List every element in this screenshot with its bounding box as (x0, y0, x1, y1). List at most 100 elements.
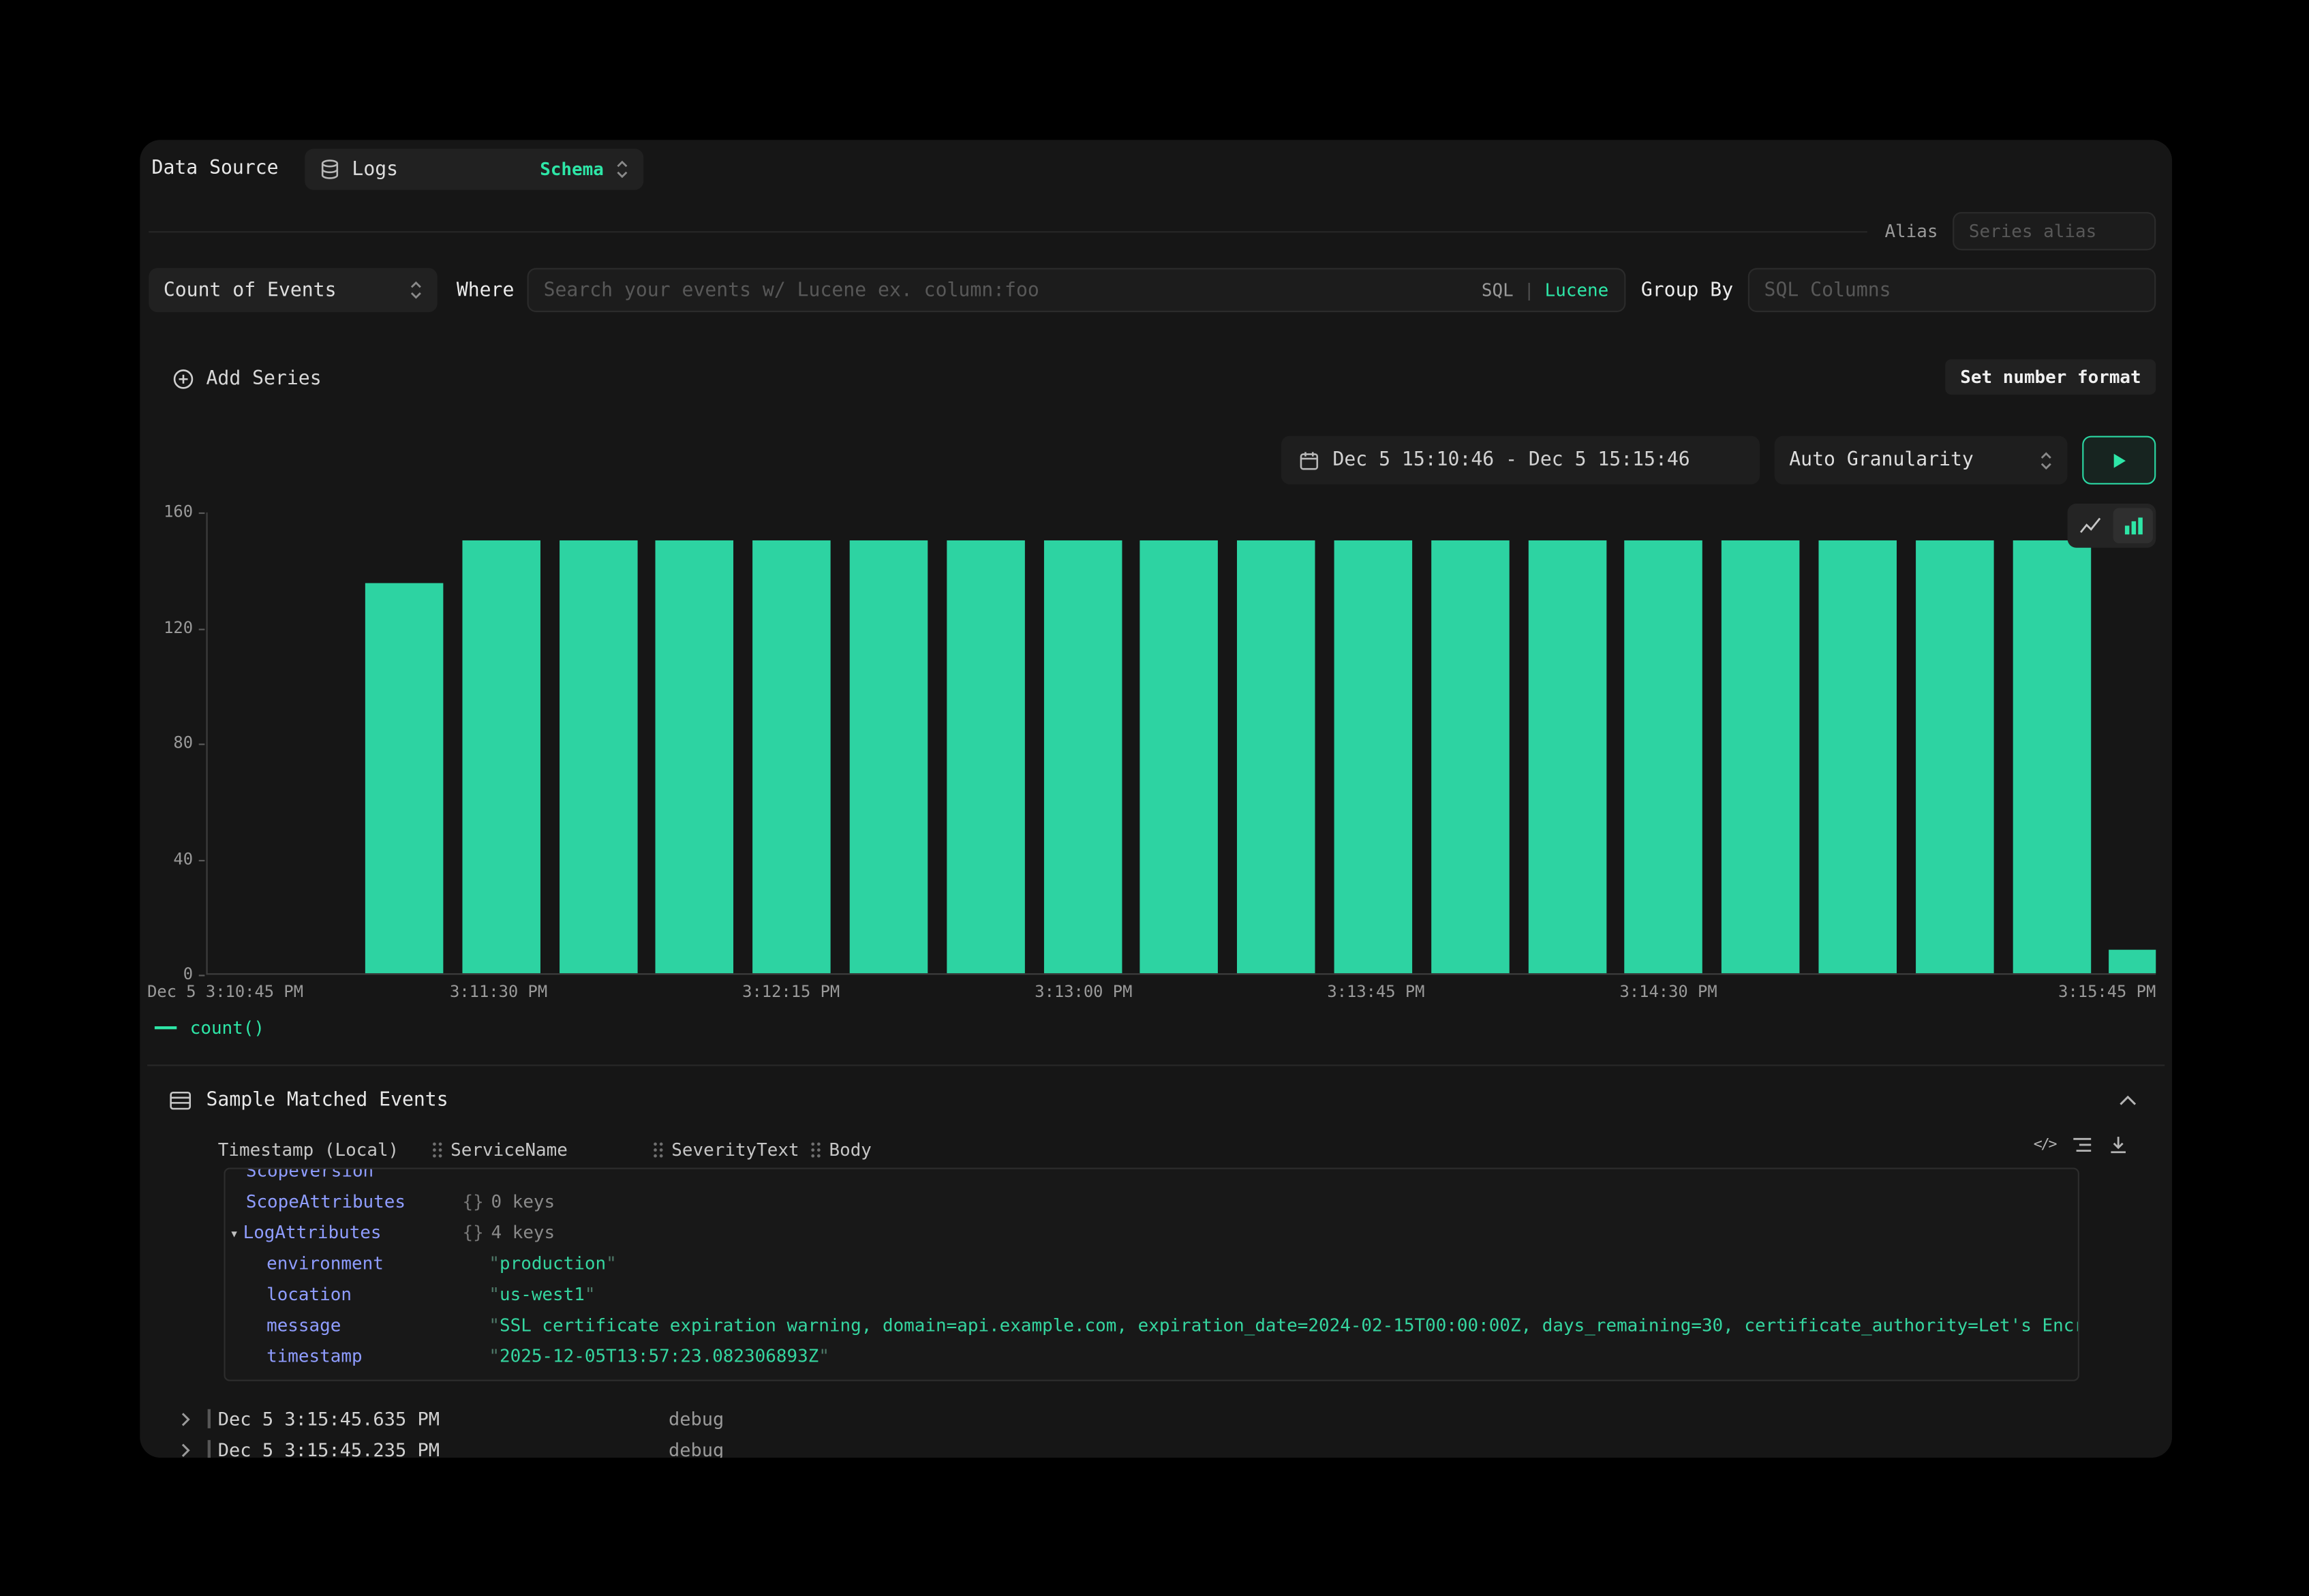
schema-link[interactable]: Schema (540, 159, 604, 179)
json-tree-row[interactable]: ScopeAttributes{}0 keys (226, 1187, 2078, 1218)
chart-bar (1528, 540, 1606, 973)
select-chevrons-icon (2040, 450, 2053, 470)
chart-bar (1431, 540, 1510, 973)
y-tick-label: 80 (173, 733, 193, 752)
json-keys-count: {}4 keys (462, 1218, 555, 1248)
expand-chevron-icon[interactable] (180, 1434, 192, 1458)
time-range-value: Dec 5 15:10:46 - Dec 5 15:15:46 (1332, 449, 1689, 471)
chart-type-toggle (2068, 504, 2156, 548)
events-title: Sample Matched Events (206, 1089, 448, 1111)
column-label: ServiceName (450, 1139, 568, 1160)
column-header[interactable]: ServiceName (431, 1139, 568, 1160)
json-tree-row[interactable]: timestamp "2025-12-05T13:57:23.082306893Z… (226, 1341, 2078, 1372)
aggregation-select[interactable]: Count of Events (149, 268, 437, 312)
group-by-input[interactable] (1748, 268, 2156, 312)
chart-bar (2109, 950, 2156, 973)
add-series-label: Add Series (206, 367, 321, 389)
events-actions: </> (2034, 1135, 2128, 1154)
json-tree-row[interactable]: message "SSL certificate expiration warni… (226, 1310, 2078, 1341)
json-key: ScopeAttributes (226, 1191, 406, 1212)
braces-icon: {} (462, 1222, 483, 1242)
table-icon (169, 1090, 191, 1109)
aggregation-value: Count of Events (164, 279, 337, 301)
data-source-select[interactable]: Logs Schema (305, 149, 643, 189)
select-chevrons-icon (410, 280, 423, 301)
drag-handle-icon[interactable] (810, 1141, 821, 1159)
json-key: message (226, 1315, 341, 1336)
y-tick-label: 160 (164, 502, 193, 521)
toggle-divider: | (1524, 280, 1535, 301)
json-value: "SSL certificate expiration warning, dom… (489, 1310, 2079, 1341)
database-icon (320, 159, 340, 179)
data-source-label: Data Source (152, 149, 279, 189)
json-tree-row[interactable]: ▾LogAttributes{}4 keys (226, 1218, 2078, 1248)
x-tick-label: 3:13:45 PM (1327, 982, 1424, 1001)
collapse-caret-icon[interactable]: ▾ (230, 1227, 239, 1243)
event-row[interactable]: Dec 5 3:15:45.235 PMdebug (149, 1434, 2172, 1458)
column-header[interactable]: Timestamp (Local) (218, 1139, 399, 1160)
group-by-label: Group By (1641, 279, 1733, 301)
severity-indicator (208, 1409, 211, 1428)
query-language-toggle: SQL | Lucene (1482, 268, 1608, 312)
legend-swatch (155, 1026, 177, 1029)
y-tick-label: 40 (173, 849, 193, 868)
chart-bar (2013, 540, 2091, 973)
column-header[interactable]: Body (810, 1139, 872, 1160)
chart-bar (365, 583, 444, 973)
lucene-mode-button[interactable]: Lucene (1545, 280, 1609, 301)
wrap-lines-icon[interactable] (2072, 1137, 2092, 1153)
download-icon[interactable] (2109, 1135, 2128, 1154)
sql-mode-button[interactable]: SQL (1482, 280, 1514, 301)
search-input[interactable] (527, 268, 1626, 312)
event-rows: Dec 5 3:15:45.635 PMdebugDec 5 3:15:45.2… (149, 1403, 2172, 1458)
drag-handle-icon[interactable] (431, 1141, 443, 1159)
drag-handle-icon[interactable] (652, 1141, 664, 1159)
run-query-button[interactable] (2082, 436, 2156, 485)
json-key: ScopeVersion (226, 1167, 374, 1180)
data-source-value: Logs (352, 158, 398, 180)
y-tick-mark (199, 743, 205, 745)
granularity-select[interactable]: Auto Granularity (1775, 436, 2068, 485)
query-builder-panel: Data Source Logs Schema Alias Count of E… (140, 140, 2172, 1458)
chart-bar (850, 540, 928, 973)
alias-input[interactable] (1953, 212, 2156, 250)
json-tree-row[interactable]: location "us-west1" (226, 1280, 2078, 1310)
y-tick-mark (199, 628, 205, 630)
severity-indicator (208, 1440, 211, 1458)
event-row[interactable]: Dec 5 3:15:45.635 PMdebug (149, 1403, 2172, 1434)
json-key: location (226, 1284, 352, 1304)
view-source-icon[interactable]: </> (2034, 1137, 2056, 1153)
bar-chart-toggle[interactable] (2113, 508, 2153, 543)
query-row: Count of Events Where SQL | Lucene Group… (149, 268, 2156, 312)
chart-legend[interactable]: count() (155, 1017, 264, 1038)
time-range-picker[interactable]: Dec 5 15:10:46 - Dec 5 15:15:46 (1281, 436, 1760, 485)
collapse-section-button[interactable] (2119, 1094, 2137, 1105)
column-header[interactable]: SeverityText (652, 1139, 799, 1160)
app-background: Data Source Logs Schema Alias Count of E… (0, 0, 2309, 1596)
chart-plot (206, 512, 2156, 975)
event-timestamp: Dec 5 3:15:45.635 PM (218, 1403, 440, 1434)
json-value: "2025-12-05T13:57:23.082306893Z" (489, 1341, 829, 1372)
set-number-format-button[interactable]: Set number format (1946, 359, 2156, 395)
search-field: SQL | Lucene (527, 268, 1626, 312)
chart-bar (1237, 540, 1315, 973)
json-tree-row[interactable]: ScopeVersion (226, 1167, 2078, 1186)
column-label: Timestamp (Local) (218, 1139, 399, 1160)
add-series-button[interactable]: Add Series (172, 364, 322, 393)
y-tick-mark (199, 512, 205, 514)
json-value: "us-west1" (489, 1280, 595, 1310)
column-label: SeverityText (671, 1139, 799, 1160)
chart-bar (1722, 540, 1800, 973)
json-tree-row[interactable]: environment"production" (226, 1248, 2078, 1279)
select-chevrons-icon (615, 159, 628, 179)
json-value: "production" (489, 1248, 616, 1279)
json-key: timestamp (226, 1346, 363, 1366)
y-tick-mark (199, 859, 205, 861)
x-tick-label: 3:13:00 PM (1035, 982, 1132, 1001)
alias-label: Alias (1884, 221, 1938, 241)
line-chart-toggle[interactable] (2070, 508, 2110, 543)
event-severity: debug (669, 1434, 724, 1458)
legend-label: count() (190, 1017, 264, 1038)
expand-chevron-icon[interactable] (180, 1403, 192, 1434)
calendar-icon (1299, 450, 1319, 470)
